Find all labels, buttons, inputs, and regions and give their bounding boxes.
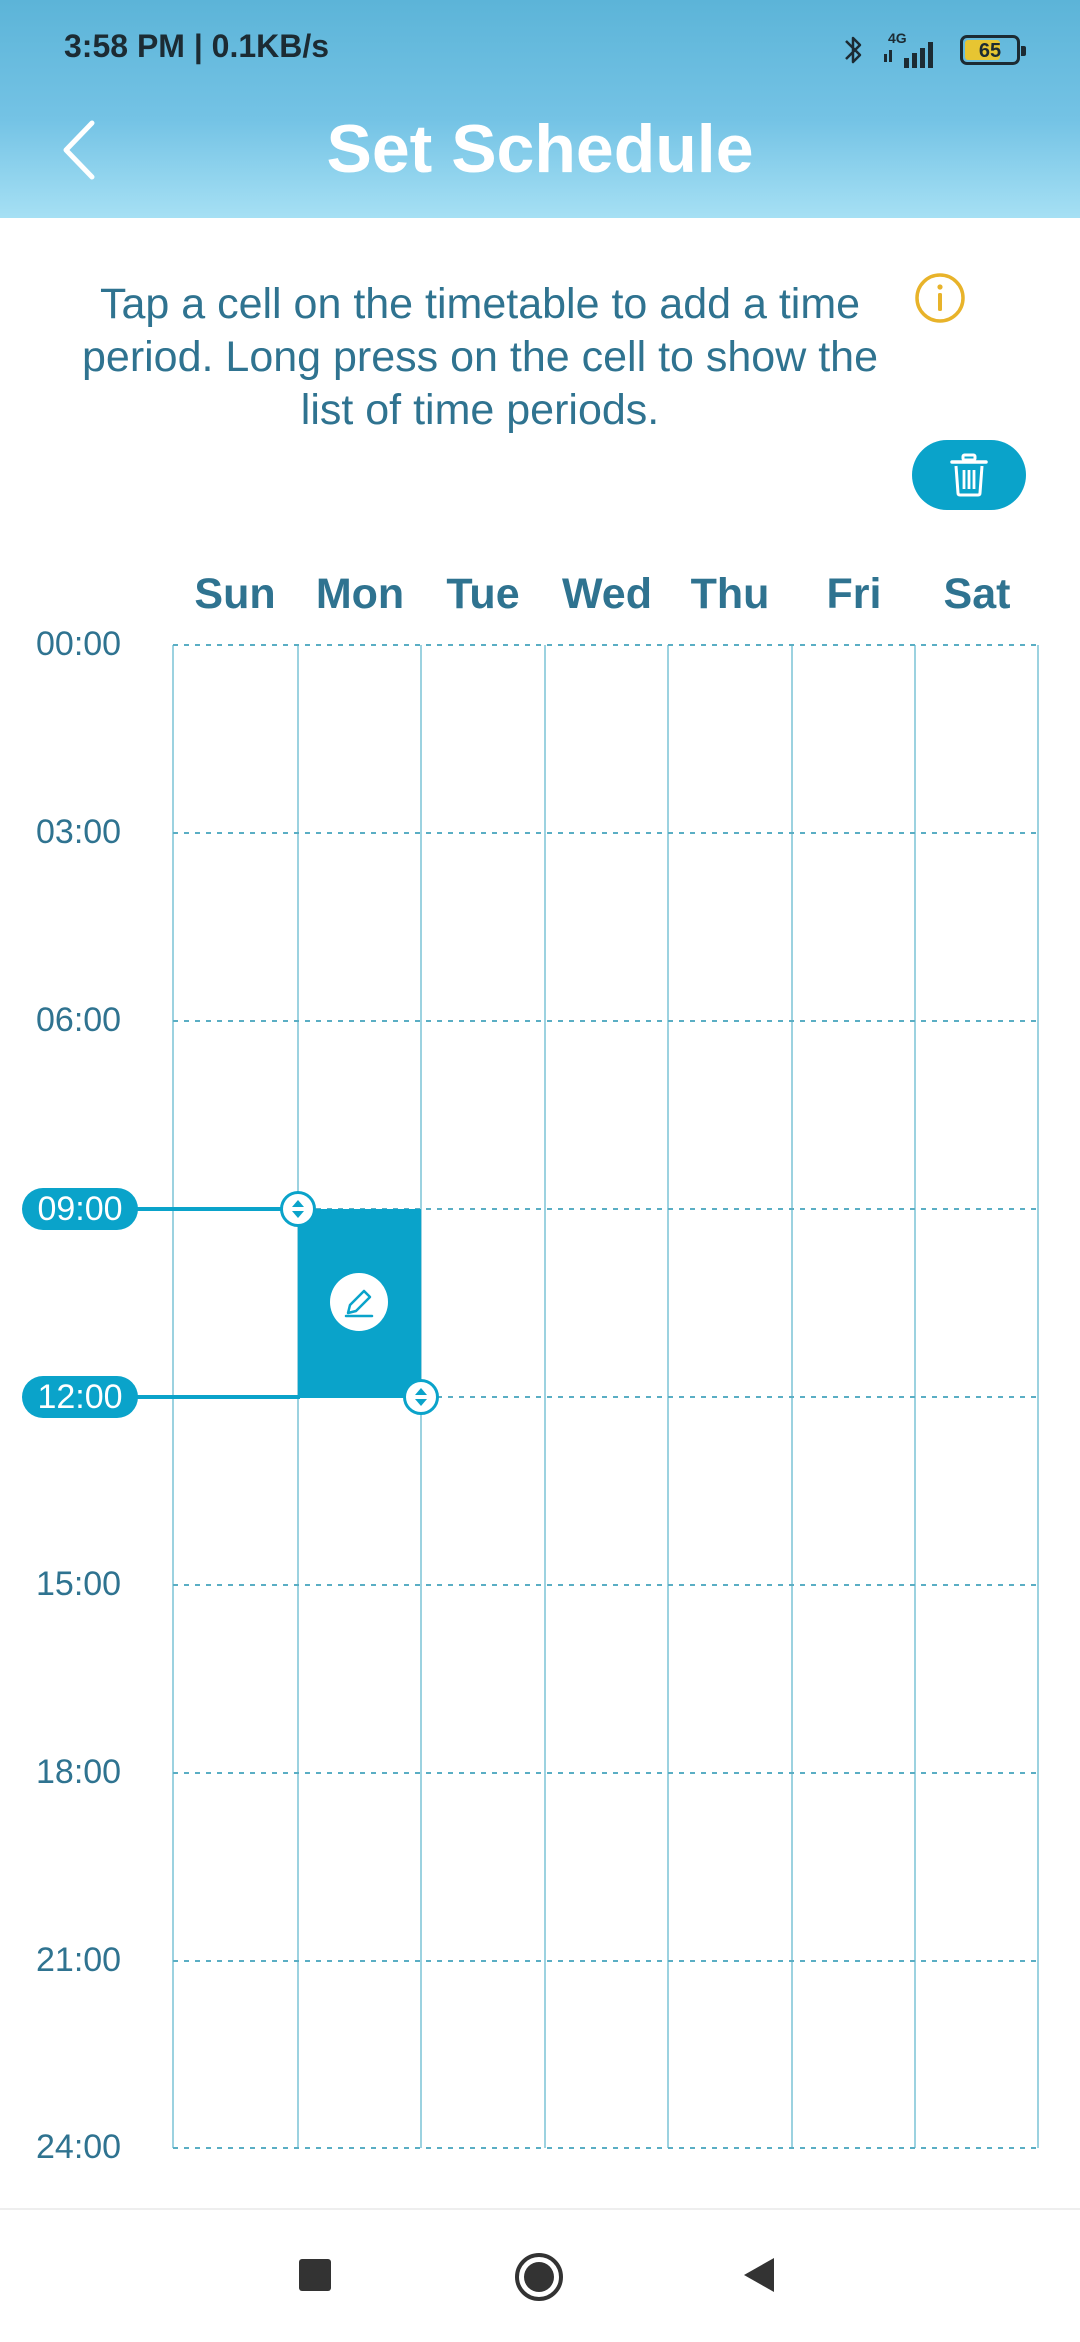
pencil-icon	[344, 1289, 374, 1318]
time-label-00: 00:00	[36, 625, 122, 663]
back-nav-icon[interactable]	[742, 2256, 776, 2294]
up-down-arrows-icon	[415, 1388, 427, 1406]
end-time-line	[120, 1395, 300, 1399]
edit-period-button[interactable]	[330, 1273, 388, 1331]
navigation-bar	[0, 2208, 1080, 2342]
time-label-24: 24:00	[36, 2128, 122, 2166]
home-icon[interactable]	[513, 2251, 565, 2303]
recents-icon[interactable]	[299, 2259, 331, 2291]
start-drag-handle[interactable]	[280, 1191, 316, 1227]
time-label-06: 06:00	[36, 1001, 122, 1039]
time-label-21: 21:00	[36, 1941, 122, 1979]
time-label-15: 15:00	[36, 1565, 122, 1603]
time-label-03: 03:00	[36, 813, 122, 851]
start-time-line	[120, 1207, 300, 1211]
start-time-badge: 09:00	[22, 1188, 138, 1230]
schedule-period-block[interactable]	[298, 1209, 421, 1398]
up-down-arrows-icon	[292, 1200, 304, 1218]
timetable-grid[interactable]	[0, 0, 1080, 2200]
time-label-18: 18:00	[36, 1753, 122, 1791]
end-time-badge: 12:00	[22, 1376, 138, 1418]
end-drag-handle[interactable]	[403, 1379, 439, 1415]
